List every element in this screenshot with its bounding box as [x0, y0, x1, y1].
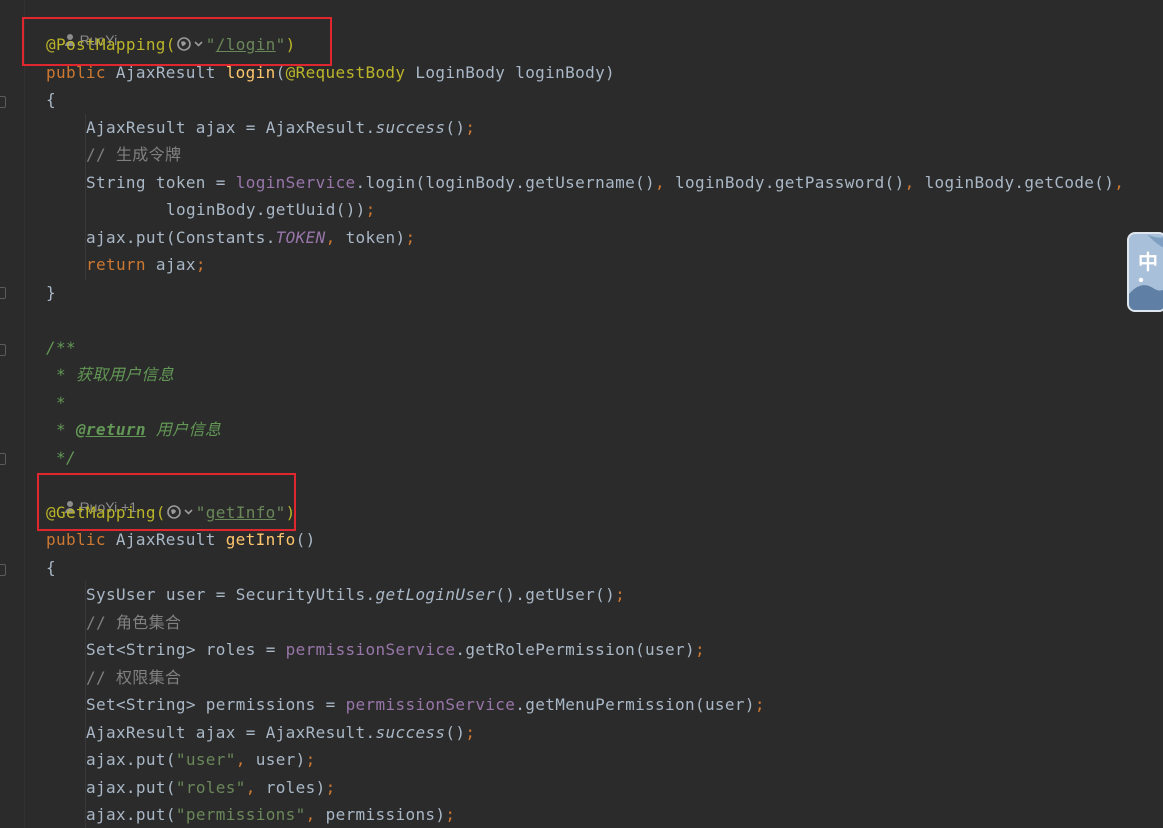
editor-gutter[interactable] — [0, 0, 25, 828]
doc-comment-description: * 获取用户信息 — [46, 365, 175, 384]
input-method-icon[interactable]: 中 — [1127, 232, 1163, 312]
code-line-put-token: ajax.put(Constants.TOKEN, token); — [86, 228, 416, 247]
fold-marker-icon[interactable] — [0, 96, 6, 108]
code-line-comment-token: // 生成令牌 — [86, 145, 182, 164]
code-line-token: String token = loginService.login(loginB… — [86, 173, 1125, 192]
code-line-token-continued: loginBody.getUuid()); — [166, 200, 376, 219]
code-line-roles: Set<String> roles = permissionService.ge… — [86, 640, 705, 659]
doc-comment-open: /** — [46, 338, 76, 357]
fold-marker-icon[interactable] — [0, 344, 6, 356]
code-line-sysuser: SysUser user = SecurityUtils.getLoginUse… — [86, 585, 626, 604]
doc-comment-blank: * — [46, 393, 66, 412]
code-line-put-user: ajax.put("user", user); — [86, 750, 316, 769]
code-line-ajax-success: AjaxResult ajax = AjaxResult.success(); — [86, 723, 476, 742]
fold-marker-icon[interactable] — [0, 287, 6, 299]
code-line-ajax-success: AjaxResult ajax = AjaxResult.success(); — [86, 118, 476, 137]
doc-comment-return: * @return 用户信息 — [46, 420, 222, 439]
doc-comment-close: */ — [46, 448, 76, 467]
code-line-open-brace: { — [46, 558, 56, 577]
code-line-put-permissions: ajax.put("permissions", permissions); — [86, 805, 456, 824]
code-line-return: return ajax; — [86, 255, 206, 274]
highlight-box-post-mapping — [22, 17, 332, 66]
code-line-permissions: Set<String> permissions = permissionServ… — [86, 695, 765, 714]
code-line-close-brace: } — [46, 283, 56, 302]
highlight-box-get-mapping — [37, 473, 296, 531]
code-line-comment-roles: // 角色集合 — [86, 613, 182, 632]
code-line-open-brace: { — [46, 90, 56, 109]
fold-marker-icon[interactable] — [0, 453, 6, 465]
fold-marker-icon[interactable] — [0, 564, 6, 576]
code-line-comment-permissions: // 权限集合 — [86, 668, 182, 687]
code-editor[interactable]: RuoYi @PostMapping("/login") public Ajax… — [46, 0, 1156, 828]
code-line-put-roles: ajax.put("roles", roles); — [86, 778, 336, 797]
